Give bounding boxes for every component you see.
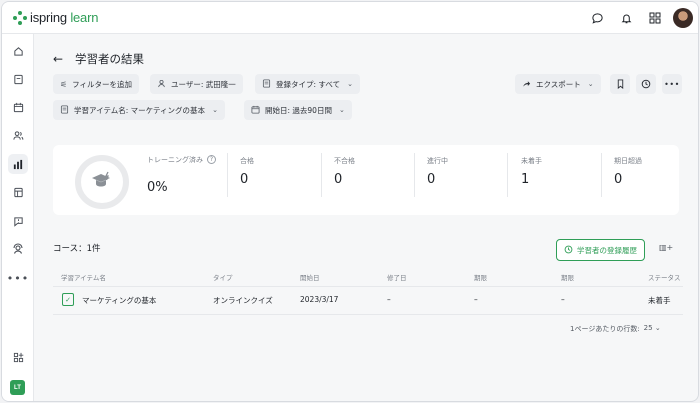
app-logo[interactable]: ispring learn <box>13 10 98 25</box>
progress-ring <box>75 155 129 209</box>
passed-value: 0 <box>240 172 249 187</box>
list-icon <box>262 78 271 90</box>
workspace-badge[interactable]: LT <box>10 380 25 395</box>
history-icon <box>564 245 573 256</box>
user-icon <box>157 79 166 90</box>
more-options-button[interactable]: ••• <box>662 74 682 94</box>
column-header-status[interactable]: ステータス <box>648 272 681 282</box>
quiz-icon: ✓ <box>62 293 74 306</box>
share-arrow-icon <box>522 79 531 90</box>
divider <box>507 153 508 197</box>
catalog-icon[interactable] <box>8 182 28 202</box>
learning-item-filter-chip[interactable]: 学習アイテム名: マーケティングの基本 ⌄ <box>53 100 225 120</box>
calendar-icon <box>251 105 260 116</box>
in-progress-value: 0 <box>427 172 436 187</box>
users-icon[interactable] <box>8 125 28 145</box>
column-header-start-date[interactable]: 開始日 <box>300 272 320 282</box>
bookmark-button[interactable] <box>610 74 630 94</box>
bookmark-icon <box>617 79 623 89</box>
courses-icon[interactable] <box>8 69 28 89</box>
page-title: 学習者の結果 <box>75 52 144 66</box>
column-header-type[interactable]: タイプ <box>213 272 233 282</box>
graduation-cap-icon <box>91 171 113 193</box>
not-started-label: 未着手 <box>521 157 542 165</box>
summary-card: トレーニング済み ? 0% 合格 0 不合格 0 進行中 0 未着手 1 期日超… <box>53 145 679 215</box>
failed-value: 0 <box>334 172 343 187</box>
overdue-value: 0 <box>614 172 623 187</box>
document-icon <box>60 104 69 116</box>
export-button[interactable]: エクスポート ⌄ <box>515 74 601 94</box>
page-header: ← 学習者の結果 <box>53 51 144 67</box>
back-arrow-icon[interactable]: ← <box>53 52 65 66</box>
not-started-value: 1 <box>521 172 530 187</box>
overdue-label: 期日超過 <box>614 157 642 165</box>
start-date-filter-chip[interactable]: 開始日: 過去90日間 ⌄ <box>244 100 352 120</box>
clock-icon <box>641 79 651 89</box>
chevron-down-icon: ⌄ <box>338 106 345 114</box>
row-deadline: – <box>474 295 478 304</box>
column-header-end-date[interactable]: 修了日 <box>387 272 407 282</box>
help-icon[interactable]: ? <box>207 155 216 164</box>
enrollment-history-button[interactable]: 学習者の登録履歴 <box>556 239 645 261</box>
more-icon[interactable]: ••• <box>7 268 28 288</box>
courses-count: コース：1件 <box>53 244 101 254</box>
user-filter-chip[interactable]: ユーザー: 武田隆一 <box>150 74 243 94</box>
columns-settings-button[interactable]: ▥+ <box>659 243 673 252</box>
row-end-date: – <box>387 295 391 304</box>
row-type: オンラインクイズ <box>213 296 273 305</box>
rows-per-page-select[interactable]: 25 ⌄ <box>644 324 661 334</box>
divider <box>601 153 602 197</box>
add-filter-button[interactable]: ⚟ フィルターを追加 <box>53 74 140 94</box>
enrollment-type-filter-chip[interactable]: 登録タイプ: すべて ⌄ <box>255 74 360 94</box>
row-item-name[interactable]: マーケティングの基本 <box>82 295 156 306</box>
chevron-down-icon: ⌄ <box>587 80 594 88</box>
sidebar: ••• LT <box>2 34 34 401</box>
training-label: トレーニング済み <box>147 156 203 164</box>
home-icon[interactable] <box>8 41 28 61</box>
apps-grid-icon[interactable] <box>645 8 665 28</box>
table-divider <box>53 286 683 287</box>
top-bar: ispring learn <box>2 2 698 34</box>
user-avatar[interactable] <box>673 8 693 28</box>
row-start-date: 2023/3/17 <box>300 295 339 304</box>
column-header-deadline[interactable]: 期限 <box>474 272 487 282</box>
schedule-button[interactable] <box>636 74 656 94</box>
feedback-icon[interactable] <box>8 211 28 231</box>
integrations-icon[interactable] <box>8 347 28 367</box>
table-divider <box>53 314 683 315</box>
divider <box>321 153 322 197</box>
divider <box>414 153 415 197</box>
divider <box>227 153 228 197</box>
bell-icon[interactable] <box>616 8 636 28</box>
chat-icon[interactable] <box>587 8 607 28</box>
rows-per-page: 1ページあたりの行数: 25 ⌄ <box>570 324 661 334</box>
passed-label: 合格 <box>240 157 254 165</box>
chevron-down-icon: ⌄ <box>212 106 218 114</box>
failed-label: 不合格 <box>334 157 355 165</box>
main-content: ← 学習者の結果 ⚟ フィルターを追加 ユーザー: 武田隆一 登録タイプ: すべ… <box>35 35 698 401</box>
row-deadline-2: – <box>561 295 565 304</box>
column-header-item[interactable]: 学習アイテム名 <box>61 272 106 282</box>
in-progress-label: 進行中 <box>427 157 448 165</box>
training-value: 0% <box>147 180 168 195</box>
support-icon[interactable] <box>8 239 28 259</box>
calendar-icon[interactable] <box>8 97 28 117</box>
app-window: ispring learn ••• LT ← 学習者の結果 ⚟ フィルターを追加… <box>1 1 699 402</box>
logo-text: ispring learn <box>30 10 99 25</box>
row-status: 未着手 <box>648 296 671 305</box>
filter-icon: ⚟ <box>60 79 68 89</box>
chevron-down-icon: ⌄ <box>347 80 353 88</box>
reports-icon[interactable] <box>8 154 28 174</box>
column-header-deadline-2[interactable]: 期限 <box>561 272 574 282</box>
logo-icon <box>13 10 27 25</box>
